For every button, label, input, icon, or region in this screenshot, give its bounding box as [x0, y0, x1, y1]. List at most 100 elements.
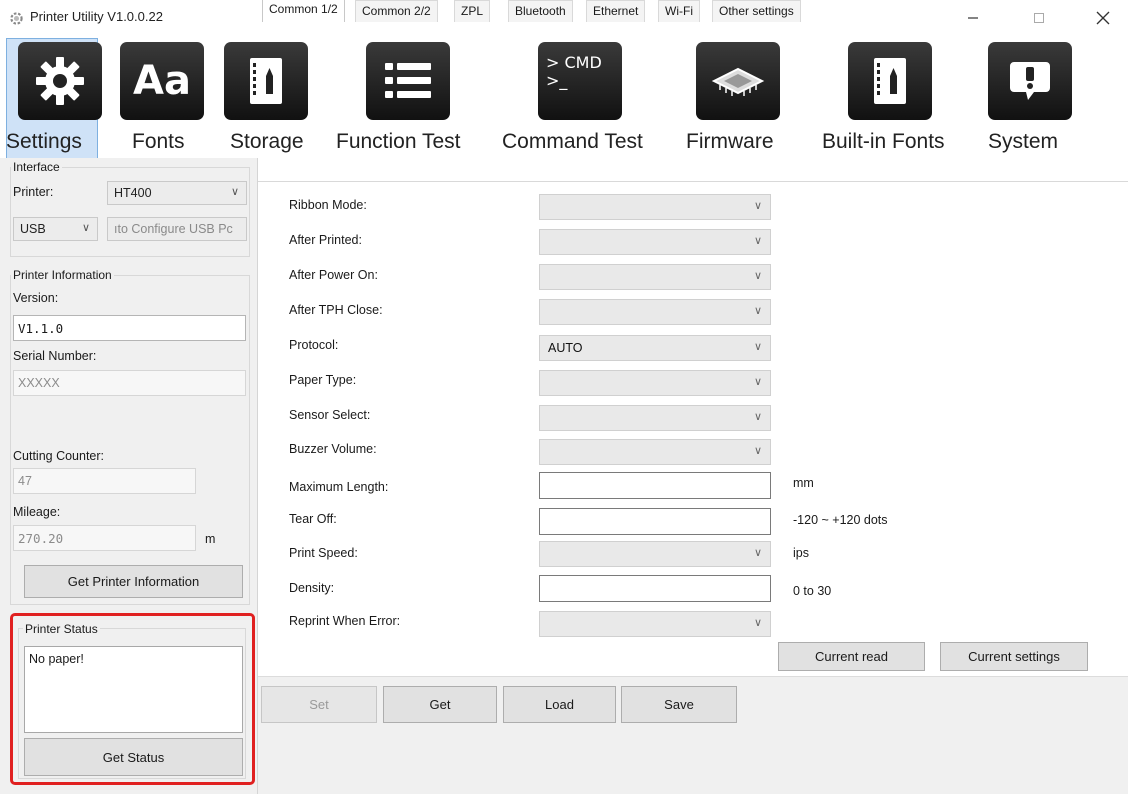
protocol-value: AUTO — [548, 341, 583, 355]
toolbar-storage-label: Storage — [230, 130, 304, 153]
after-printed-label: After Printed: — [289, 233, 362, 247]
main-toolbar: Settings Aa Fonts Storage Function Test … — [0, 36, 1128, 159]
toolbar-fonts-button[interactable]: Aa Fonts — [120, 36, 210, 158]
chevron-down-icon: ∨ — [753, 547, 762, 559]
printer-label: Printer: — [13, 185, 54, 199]
protocol-select[interactable]: AUTO ∨ — [539, 335, 771, 361]
toolbar-builtin-fonts-label: Built-in Fonts — [822, 130, 945, 153]
tab-strip-divider — [258, 181, 1128, 182]
print-speed-label: Print Speed: — [289, 546, 358, 560]
reprint-when-error-label: Reprint When Error: — [289, 614, 401, 628]
tab-bluetooth[interactable]: Bluetooth — [508, 0, 573, 22]
toolbar-settings-button[interactable]: Settings — [6, 36, 102, 158]
current-settings-button[interactable]: Current settings — [940, 642, 1088, 671]
toolbar-command-test-button[interactable]: > CMD >_ Command Test — [502, 36, 662, 158]
after-power-on-label: After Power On: — [289, 268, 378, 282]
interface-group-label: Interface — [11, 160, 62, 174]
tear-off-input[interactable] — [539, 508, 771, 535]
print-speed-select[interactable]: ∨ — [539, 541, 771, 567]
after-printed-select[interactable]: ∨ — [539, 229, 771, 255]
toolbar-fonts-label: Fonts — [132, 130, 185, 153]
printer-information-group-label: Printer Information — [11, 268, 114, 282]
current-read-button[interactable]: Current read — [778, 642, 925, 671]
chevron-down-icon: ∨ — [753, 341, 762, 353]
printer-status-highlight — [10, 613, 255, 785]
printer-model-select[interactable]: HT400 ∨ — [107, 181, 247, 205]
buzzer-volume-label: Buzzer Volume: — [289, 442, 377, 456]
gear-icon — [18, 42, 102, 120]
mileage-unit: m — [205, 532, 216, 546]
after-tph-close-label: After TPH Close: — [289, 303, 383, 317]
cmd-terminal-icon: > CMD >_ — [538, 42, 622, 120]
ribbon-mode-select[interactable]: ∨ — [539, 194, 771, 220]
toolbar-system-button[interactable]: System — [984, 36, 1084, 158]
tab-zpl[interactable]: ZPL — [454, 0, 491, 22]
toolbar-function-test-button[interactable]: Function Test — [332, 36, 482, 158]
port-select[interactable]: USB ∨ — [13, 217, 98, 241]
cutting-counter-label: Cutting Counter: — [13, 449, 105, 463]
ribbon-mode-label: Ribbon Mode: — [289, 198, 367, 212]
auto-configure-usb-button[interactable]: ıto Configure USB Pc — [107, 217, 247, 241]
version-field[interactable]: V1.1.0 — [13, 315, 246, 341]
load-button[interactable]: Load — [503, 686, 616, 723]
tear-off-label: Tear Off: — [289, 512, 337, 526]
minimize-button[interactable] — [950, 0, 996, 36]
chevron-down-icon: ∨ — [753, 270, 762, 282]
after-tph-close-select[interactable]: ∨ — [539, 299, 771, 325]
chevron-down-icon: ∨ — [753, 411, 762, 423]
version-label: Version: — [13, 291, 59, 305]
close-icon — [1096, 11, 1110, 25]
toolbar-firmware-label: Firmware — [686, 130, 774, 153]
chevron-down-icon: ∨ — [230, 186, 239, 198]
protocol-label: Protocol: — [289, 338, 339, 352]
tab-other-settings[interactable]: Other settings — [712, 0, 801, 22]
density-label: Density: — [289, 581, 335, 595]
port-value: USB — [20, 222, 46, 236]
density-input[interactable] — [539, 575, 771, 602]
density-unit: 0 to 30 — [793, 584, 832, 598]
toolbar-firmware-button[interactable]: Firmware — [684, 36, 794, 158]
minimize-icon — [968, 17, 978, 19]
paper-type-select[interactable]: ∨ — [539, 370, 771, 396]
cutting-counter-field[interactable]: 47 — [13, 468, 196, 494]
maximize-button[interactable] — [1016, 0, 1062, 36]
tear-off-unit: -120 ~ +120 dots — [793, 513, 888, 527]
chevron-down-icon: ∨ — [753, 305, 762, 317]
tab-ethernet[interactable]: Ethernet — [586, 0, 646, 22]
storage-notebook-icon — [224, 42, 308, 120]
toolbar-command-test-label: Command Test — [502, 130, 643, 153]
toolbar-settings-label: Settings — [6, 130, 82, 153]
save-button[interactable]: Save — [621, 686, 737, 723]
serial-number-field[interactable]: XXXXX — [13, 370, 246, 396]
chevron-down-icon: ∨ — [753, 200, 762, 212]
mileage-field[interactable]: 270.20 — [13, 525, 196, 551]
toolbar-system-label: System — [988, 130, 1059, 153]
after-power-on-select[interactable]: ∨ — [539, 264, 771, 290]
get-button[interactable]: Get — [383, 686, 497, 723]
set-button[interactable]: Set — [261, 686, 377, 723]
sensor-select-select[interactable]: ∨ — [539, 405, 771, 431]
tab-common-2[interactable]: Common 2/2 — [355, 0, 438, 22]
gear-app-icon — [10, 12, 23, 25]
maximum-length-label: Maximum Length: — [289, 480, 389, 494]
maximum-length-unit: mm — [793, 476, 814, 490]
tab-common-1[interactable]: Common 1/2 — [262, 0, 345, 22]
font-aa-icon: Aa — [120, 42, 204, 120]
toolbar-function-test-label: Function Test — [336, 130, 461, 153]
maximize-icon — [1034, 13, 1044, 23]
chevron-down-icon: ∨ — [753, 376, 762, 388]
close-button[interactable] — [1080, 0, 1126, 36]
auto-configure-usb-label: ıto Configure USB Pc — [114, 222, 233, 236]
printer-model-value: HT400 — [114, 186, 152, 200]
window-title: Printer Utility V1.0.0.22 — [30, 9, 163, 24]
chevron-down-icon: ∨ — [753, 235, 762, 247]
reprint-when-error-select[interactable]: ∨ — [539, 611, 771, 637]
get-printer-information-button[interactable]: Get Printer Information — [24, 565, 243, 598]
toolbar-storage-button[interactable]: Storage — [222, 36, 312, 158]
buzzer-volume-select[interactable]: ∨ — [539, 439, 771, 465]
paper-type-label: Paper Type: — [289, 373, 357, 387]
maximum-length-input[interactable] — [539, 472, 771, 499]
tab-wifi[interactable]: Wi-Fi — [658, 0, 700, 22]
toolbar-builtin-fonts-button[interactable]: Built-in Fonts — [818, 36, 968, 158]
alert-bubble-icon — [988, 42, 1072, 120]
